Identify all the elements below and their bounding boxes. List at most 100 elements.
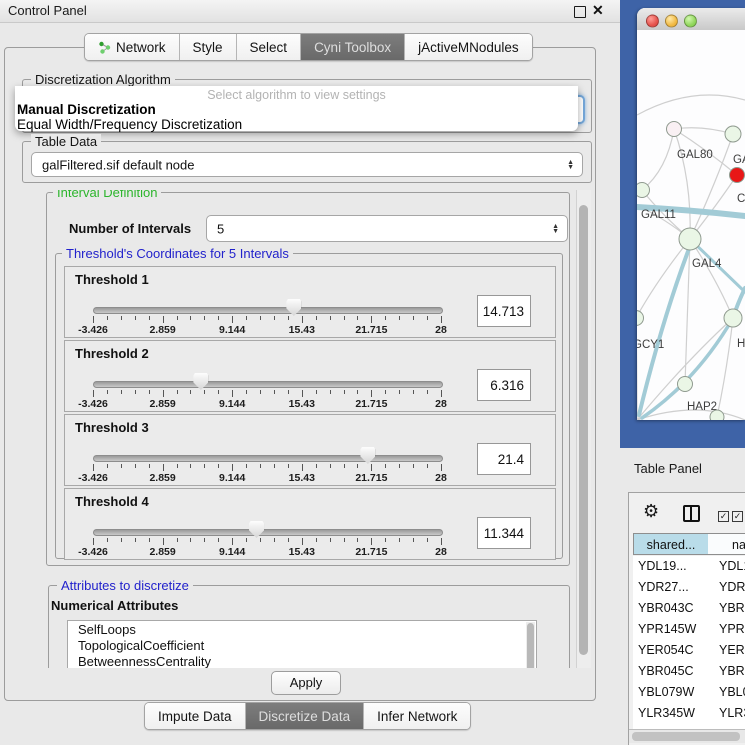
slider-tick xyxy=(246,464,247,468)
checkbox-icon[interactable]: ✓ xyxy=(732,511,743,522)
list-scrollbar[interactable] xyxy=(526,622,535,668)
network-window-titlebar[interactable] xyxy=(637,8,745,31)
slider-track[interactable] xyxy=(93,455,443,462)
network-edge[interactable] xyxy=(690,239,733,318)
network-node[interactable] xyxy=(637,311,644,326)
attribute-list-item[interactable]: SelfLoops xyxy=(68,621,536,637)
network-edge[interactable] xyxy=(674,128,733,134)
slider-tick xyxy=(441,538,442,545)
attribute-list-item[interactable]: BetweennessCentrality xyxy=(68,653,536,668)
threshold-slider[interactable]: -3.4262.8599.14415.4321.71528 xyxy=(93,443,441,485)
list-scrollbar-thumb[interactable] xyxy=(527,623,534,668)
threshold-panel: Threshold 4-3.4262.8599.14415.4321.71528… xyxy=(64,488,556,560)
threshold-value-field[interactable]: 21.4 xyxy=(477,443,531,475)
network-edge[interactable] xyxy=(642,129,674,190)
threshold-slider[interactable]: -3.4262.8599.14415.4321.71528 xyxy=(93,295,441,337)
tab-network[interactable]: Network xyxy=(85,34,180,60)
table-data-combobox[interactable]: galFiltered.sif default node ▲▼ xyxy=(31,152,583,177)
tab-cyni-toolbox[interactable]: Cyni Toolbox xyxy=(301,34,405,60)
network-edge[interactable] xyxy=(637,95,745,115)
number-of-intervals-combobox[interactable]: 5 ▲▼ xyxy=(206,215,568,242)
dropdown-option-equal-width[interactable]: Equal Width/Frequency Discretization xyxy=(17,117,242,132)
gear-icon[interactable]: ⚙ xyxy=(643,501,659,522)
network-node[interactable] xyxy=(725,126,741,142)
slider-track[interactable] xyxy=(93,307,443,314)
column-header-shared-name[interactable]: shared... xyxy=(633,533,709,555)
cell-name: YDR2 xyxy=(710,577,745,598)
network-edge[interactable] xyxy=(637,239,690,318)
table-row[interactable]: YER054CYER0 xyxy=(633,640,745,661)
tab-discretize-data[interactable]: Discretize Data xyxy=(246,703,365,729)
slider-tick xyxy=(344,316,345,320)
slider-tick-label: 9.144 xyxy=(219,398,245,410)
table-row[interactable]: YPR145WYPR1 xyxy=(633,619,745,640)
slider-tick-label: 28 xyxy=(435,546,447,558)
panel-scrollbar-thumb[interactable] xyxy=(579,205,588,655)
threshold-value-field[interactable]: 11.344 xyxy=(477,517,531,549)
network-node[interactable] xyxy=(667,122,682,137)
slider-tick xyxy=(260,464,261,468)
combo-stepper-icon[interactable]: ▲▼ xyxy=(567,160,574,170)
slider-tick xyxy=(274,464,275,468)
network-node[interactable] xyxy=(678,377,693,392)
network-edge[interactable] xyxy=(674,129,690,239)
tab-style[interactable]: Style xyxy=(180,34,237,60)
threshold-slider[interactable]: -3.4262.8599.14415.4321.71528 xyxy=(93,369,441,411)
numerical-attributes-list[interactable]: SelfLoopsTopologicalCoefficientBetweenne… xyxy=(67,620,537,668)
control-panel-title: Control Panel xyxy=(8,3,87,18)
table-row[interactable]: YDL19...YDL1 xyxy=(633,556,745,577)
screen: Control Panel ✕ NetworkStyleSelectCyni T… xyxy=(0,0,745,745)
panel-scrollbar[interactable] xyxy=(576,190,591,668)
checkbox-icon[interactable]: ✓ xyxy=(718,511,729,522)
network-node[interactable] xyxy=(724,309,742,327)
minimize-window-icon[interactable] xyxy=(665,15,678,28)
slider-tick xyxy=(93,316,94,323)
slider-tick-label: -3.426 xyxy=(78,546,108,558)
threshold-label: Threshold 2 xyxy=(75,346,149,361)
close-window-icon[interactable] xyxy=(646,15,659,28)
cell-name: YER0 xyxy=(710,640,745,661)
cell-shared-name: YBR043C xyxy=(633,598,710,619)
apply-button[interactable]: Apply xyxy=(271,671,341,695)
table-row[interactable]: YBR045CYBR0 xyxy=(633,661,745,682)
table-hscrollbar-thumb[interactable] xyxy=(632,732,740,741)
threshold-value-field[interactable]: 14.713 xyxy=(477,295,531,327)
slider-tick xyxy=(413,538,414,542)
slider-tick xyxy=(330,390,331,394)
tab-infer-network[interactable]: Infer Network xyxy=(364,703,470,729)
slider-track[interactable] xyxy=(93,381,443,388)
table-row[interactable]: YBL079WYBL0 xyxy=(633,682,745,703)
slider-tick xyxy=(260,316,261,320)
slider-tick xyxy=(163,316,164,323)
slider-tick xyxy=(260,538,261,542)
tab-jactivemnodules[interactable]: jActiveMNodules xyxy=(405,34,532,60)
bottom-tab-bar: Impute Data Discretize Data Infer Network xyxy=(144,702,471,730)
slider-tick-label: 15.43 xyxy=(289,324,315,336)
table-row[interactable]: YBR043CYBR0 xyxy=(633,598,745,619)
table-rows: YDL19...YDL1YDR27...YDR2YBR043CYBR0YPR14… xyxy=(633,556,745,729)
float-panel-icon[interactable] xyxy=(574,6,586,18)
number-of-intervals-label: Number of Intervals xyxy=(69,221,191,236)
threshold-value-field[interactable]: 6.316 xyxy=(477,369,531,401)
table-row[interactable]: YDR27...YDR2 xyxy=(633,577,745,598)
column-header-name[interactable]: na xyxy=(708,533,745,555)
table-hscrollbar[interactable] xyxy=(629,729,745,743)
dropdown-option-manual[interactable]: Manual Discretization xyxy=(17,102,156,117)
network-node[interactable] xyxy=(637,183,650,198)
tab-label: Discretize Data xyxy=(259,709,351,724)
network-node[interactable] xyxy=(679,228,701,250)
tab-select[interactable]: Select xyxy=(237,34,302,60)
tab-impute-data[interactable]: Impute Data xyxy=(145,703,246,729)
split-columns-icon[interactable] xyxy=(683,505,700,522)
network-canvas[interactable]: GAL80GACGAL11GAL4GCY1HHAP2 xyxy=(637,30,745,420)
combo-stepper-icon[interactable]: ▲▼ xyxy=(552,224,559,234)
table-row[interactable]: YLR345WYLR3 xyxy=(633,703,745,724)
threshold-slider[interactable]: -3.4262.8599.14415.4321.71528 xyxy=(93,517,441,559)
network-node[interactable] xyxy=(730,168,745,183)
zoom-window-icon[interactable] xyxy=(684,15,697,28)
slider-track[interactable] xyxy=(93,529,443,536)
slider-tick xyxy=(232,390,233,397)
close-panel-icon[interactable]: ✕ xyxy=(592,2,604,19)
attribute-list-item[interactable]: TopologicalCoefficient xyxy=(68,637,536,653)
table-data-value: galFiltered.sif default node xyxy=(42,157,194,172)
